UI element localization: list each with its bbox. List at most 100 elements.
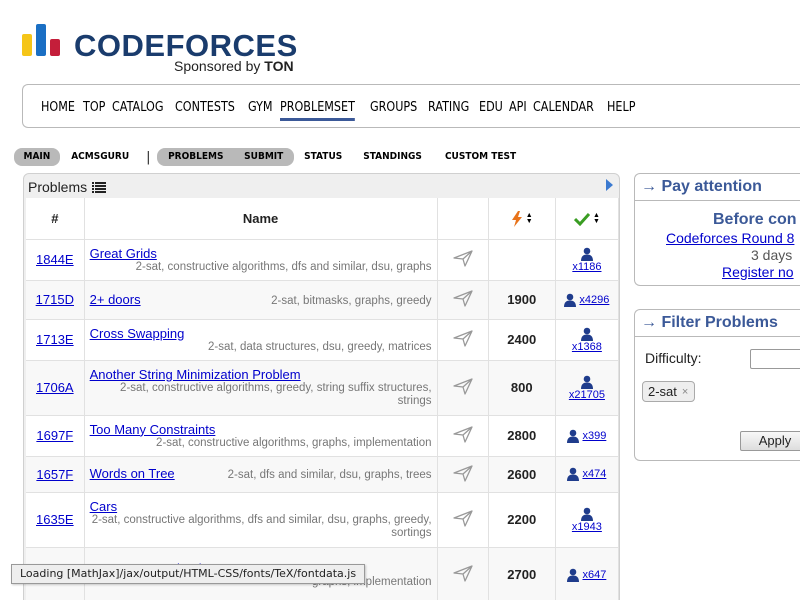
before-contest-label: Before con: [713, 211, 797, 228]
star-icon: [452, 426, 473, 443]
solved-count-link[interactable]: x647: [582, 569, 606, 581]
solved-count-link[interactable]: x474: [582, 468, 606, 480]
menu-item-api[interactable]: API: [509, 100, 527, 121]
star-icon: [452, 565, 473, 582]
menu-item-label: CONTESTS: [175, 100, 236, 115]
menu-item-catalog[interactable]: CATALOG: [112, 100, 163, 121]
problem-name-link[interactable]: 2+ doors: [90, 292, 141, 307]
problem-name-link[interactable]: Words on Tree: [90, 466, 175, 481]
table-row: 1713E Cross Swapping 2-sat, data structure…: [26, 319, 619, 361]
user-icon: [580, 375, 593, 389]
problem-name-link[interactable]: Cross Swapping: [90, 326, 432, 341]
problem-name-cell: Cross Swapping 2-sat, data structures, ds…: [84, 319, 438, 361]
second-level-menu: MAIN ACMSGURU | PROBLEMS SUBMIT STATUS S…: [14, 148, 528, 166]
problem-name-cell: Great Grids 2-sat, constructive algorithm…: [84, 239, 438, 281]
logo-sponsor: Sponsored by TON: [174, 58, 294, 74]
problem-name-cell: Another String Minimization Problem 2-sat…: [84, 360, 438, 416]
solved-count[interactable]: x647: [556, 568, 618, 582]
solved-cell: x1186: [555, 239, 619, 281]
submenu-item-standings[interactable]: STANDINGS: [356, 148, 429, 166]
codeforces-logo[interactable]: CODEFORCES Sponsored by TON: [22, 22, 312, 74]
problem-name-link[interactable]: Cars: [90, 499, 432, 514]
loading-status-bar: Loading [MathJax]/jax/output/HTML-CSS/fo…: [11, 564, 366, 584]
user-icon: [580, 247, 593, 261]
favourite-cell[interactable]: [437, 547, 489, 600]
solved-count[interactable]: x4296: [556, 293, 618, 307]
sort-arrows-icon: ▲ ▼: [525, 211, 533, 225]
solved-count[interactable]: x1943: [556, 507, 618, 533]
favourite-cell[interactable]: [437, 319, 489, 361]
submenu-item-main[interactable]: MAIN: [16, 148, 57, 166]
solved-count[interactable]: x1368: [556, 327, 618, 353]
menu-item-edu[interactable]: EDU: [479, 100, 503, 121]
problem-id-cell: 1697F: [26, 415, 85, 457]
tag-chip: 2-sat ×: [642, 381, 696, 402]
submenu-item-submit[interactable]: SUBMIT: [237, 148, 290, 166]
solved-count[interactable]: x1186: [556, 247, 618, 273]
contest-link[interactable]: Codeforces Round 8: [666, 230, 794, 246]
user-icon: [564, 293, 577, 307]
menu-item-contests[interactable]: CONTESTS: [175, 100, 235, 121]
solved-count-link[interactable]: x1943: [572, 521, 602, 533]
menu-item-gym[interactable]: GYM: [248, 100, 273, 121]
submenu-item-acmsguru[interactable]: ACMSGURU: [64, 148, 136, 166]
problem-id-link[interactable]: 1844E: [36, 252, 74, 267]
menu-item-label: RATING: [427, 100, 469, 115]
problem-id-cell: 1844E: [26, 239, 85, 281]
countdown-text: 3 days: [751, 247, 793, 263]
main-menu: HOME TOP CATALOG CONTESTS GYM PROBLEMSET GROUP…: [22, 84, 800, 128]
list-icon[interactable]: [92, 181, 107, 193]
header-difficulty[interactable]: ▲ ▼: [488, 198, 556, 240]
expand-arrow-icon[interactable]: [606, 179, 613, 191]
solved-count-link[interactable]: x399: [582, 430, 606, 442]
menu-item-top[interactable]: TOP: [83, 100, 105, 121]
problem-name-link[interactable]: Great Grids: [90, 246, 432, 261]
header-solved[interactable]: ▲ ▼: [555, 198, 619, 240]
submenu-item-status[interactable]: STATUS: [296, 148, 349, 166]
solved-count[interactable]: x21705: [556, 375, 618, 401]
solved-count-link[interactable]: x4296: [579, 294, 609, 306]
header-name: Name: [84, 198, 438, 240]
submenu-item-custom-test[interactable]: CUSTOM TEST: [438, 148, 524, 166]
difficulty-input[interactable]: [750, 349, 800, 369]
problem-name-cell: Cars 2-sat, constructive algorithms, dfs …: [84, 492, 438, 548]
checkmark-icon: [573, 213, 591, 227]
solved-cell: x1368: [555, 319, 619, 361]
favourite-cell[interactable]: [437, 360, 489, 416]
menu-item-home[interactable]: HOME: [41, 100, 75, 121]
solved-count-link[interactable]: x1368: [572, 341, 602, 353]
solved-count-link[interactable]: x1186: [572, 261, 601, 273]
problem-id-link[interactable]: 1715D: [36, 292, 74, 307]
star-icon: [452, 464, 473, 482]
solved-count-link[interactable]: x21705: [569, 389, 605, 401]
problem-rating: 2800: [488, 415, 556, 457]
table-row: 1706A Another String Minimization Problem…: [26, 360, 619, 416]
problem-rating: 800: [488, 360, 556, 416]
problem-name-link[interactable]: Another String Minimization Problem: [90, 367, 432, 382]
favourite-cell[interactable]: [437, 456, 489, 493]
remove-tag-icon[interactable]: ×: [682, 386, 688, 398]
menu-item-groups[interactable]: GROUPS: [370, 100, 417, 121]
problem-id-link[interactable]: 1635E: [36, 512, 74, 527]
problem-name-link[interactable]: Too Many Constraints: [90, 422, 432, 437]
apply-button[interactable]: Apply: [740, 431, 800, 451]
favourite-cell[interactable]: [437, 239, 489, 281]
problem-id-link[interactable]: 1713E: [36, 332, 74, 347]
solved-cell: x399: [555, 415, 619, 457]
submenu-item-problems[interactable]: PROBLEMS: [160, 148, 230, 166]
menu-item-rating[interactable]: RATING: [428, 100, 469, 121]
solved-count[interactable]: x474: [556, 467, 618, 481]
solved-count[interactable]: x399: [556, 429, 618, 443]
menu-item-calendar[interactable]: CALENDAR: [533, 100, 594, 121]
menu-item-label: TOP: [83, 100, 106, 115]
favourite-cell[interactable]: [437, 280, 489, 320]
problem-id-link[interactable]: 1657F: [36, 467, 73, 482]
problem-id-link[interactable]: 1706A: [36, 380, 74, 395]
menu-item-problemset[interactable]: PROBLEMSET: [279, 100, 355, 121]
problem-id-link[interactable]: 1697F: [36, 428, 73, 443]
problem-rating: [488, 239, 556, 281]
register-link[interactable]: Register no: [722, 264, 794, 280]
menu-item-help[interactable]: HELP: [607, 100, 635, 121]
favourite-cell[interactable]: [437, 415, 489, 457]
favourite-cell[interactable]: [437, 492, 489, 548]
